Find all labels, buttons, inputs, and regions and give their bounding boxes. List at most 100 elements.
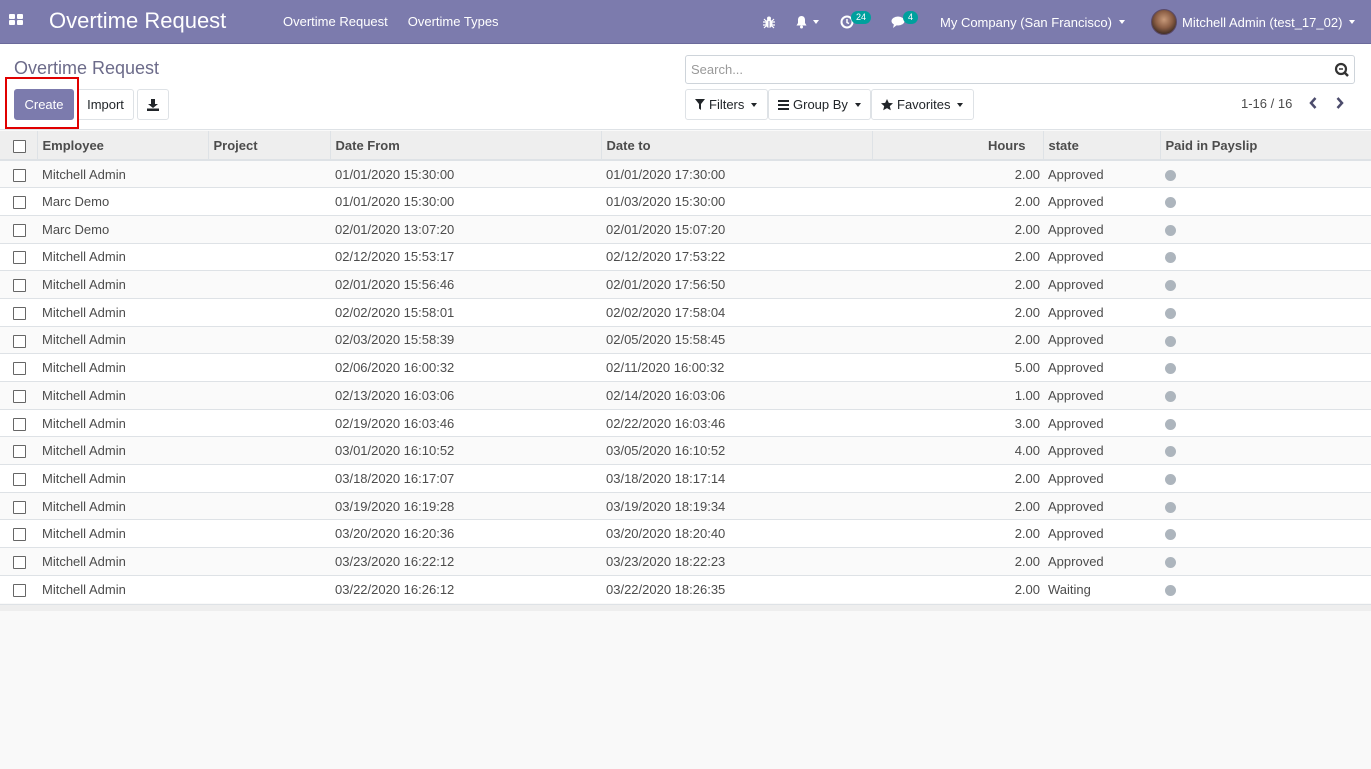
cell-hours: 2.00 <box>872 187 1043 216</box>
column-header-hours[interactable]: Hours <box>871 131 1043 161</box>
row-checkbox[interactable] <box>13 306 26 320</box>
pager-value[interactable]: 1-16 / 16 <box>1241 96 1292 111</box>
row-checkbox[interactable] <box>13 583 26 597</box>
table-row[interactable]: Mitchell Admin 03/18/2020 16:17:07 03/18/2… <box>0 464 1371 493</box>
paid-status-indicator-icon <box>1165 473 1176 485</box>
cell-hours: 3.00 <box>872 408 1043 437</box>
menu-item-overtime-request[interactable]: Overtime Request <box>283 14 388 29</box>
cell-date-to: 01/01/2020 17:30:00 <box>601 159 872 188</box>
table-row[interactable]: Mitchell Admin 02/13/2020 16:03:06 02/14/2… <box>0 381 1371 410</box>
row-checkbox[interactable] <box>13 417 26 431</box>
create-button[interactable]: Create <box>14 89 74 120</box>
table-row[interactable]: Mitchell Admin 03/01/2020 16:10:52 03/05/2… <box>0 436 1371 465</box>
debug-button[interactable] <box>763 0 775 44</box>
cell-state: Approved <box>1043 519 1160 548</box>
cell-date-from: 02/13/2020 16:03:06 <box>330 381 601 410</box>
table-row[interactable]: Mitchell Admin 03/19/2020 16:19:28 03/19/2… <box>0 491 1371 520</box>
menu-item-overtime-types[interactable]: Overtime Types <box>408 14 499 29</box>
row-checkbox[interactable] <box>13 445 26 459</box>
select-all-checkbox[interactable] <box>13 139 26 153</box>
company-switcher[interactable]: My Company (San Francisco) <box>940 0 1125 44</box>
table-row[interactable]: Mitchell Admin 01/01/2020 15:30:00 01/01/2… <box>0 159 1371 188</box>
table-row[interactable]: Marc Demo 01/01/2020 15:30:00 01/03/2020 1… <box>0 187 1371 216</box>
row-checkbox[interactable] <box>13 196 26 210</box>
cell-hours: 2.00 <box>872 270 1043 299</box>
favorites-dropdown[interactable]: Favorites <box>871 89 974 120</box>
cell-hours: 2.00 <box>872 464 1043 493</box>
row-checkbox[interactable] <box>13 251 26 265</box>
messages-button[interactable]: 4 <box>891 0 919 44</box>
cell-paid-in-payslip <box>1160 491 1371 520</box>
cell-hours: 2.00 <box>872 491 1043 520</box>
table-row[interactable]: Mitchell Admin 03/23/2020 16:22:12 03/23/2… <box>0 547 1371 576</box>
cell-project <box>208 519 330 548</box>
row-select-cell <box>0 381 37 410</box>
filters-dropdown[interactable]: Filters <box>685 89 768 120</box>
row-checkbox[interactable] <box>13 362 26 376</box>
table-row[interactable]: Mitchell Admin 02/03/2020 15:58:39 02/05/2… <box>0 325 1371 354</box>
cell-date-from: 02/03/2020 15:58:39 <box>330 325 601 354</box>
column-header-date-to[interactable]: Date to <box>600 131 872 161</box>
row-select-cell <box>0 159 37 188</box>
cell-paid-in-payslip <box>1160 547 1371 576</box>
table-row[interactable]: Mitchell Admin 02/06/2020 16:00:32 02/11/2… <box>0 353 1371 382</box>
cell-hours: 2.00 <box>872 242 1043 271</box>
cell-date-to: 03/23/2020 18:22:23 <box>601 547 872 576</box>
table-row[interactable]: Mitchell Admin 03/20/2020 16:20:36 03/20/2… <box>0 519 1371 548</box>
table-row[interactable]: Mitchell Admin 02/02/2020 15:58:01 02/02/2… <box>0 297 1371 327</box>
paid-status-indicator-icon <box>1165 446 1176 458</box>
import-button[interactable]: Import <box>77 89 134 120</box>
groupby-dropdown[interactable]: Group By <box>768 89 871 120</box>
row-checkbox[interactable] <box>13 472 26 486</box>
row-checkbox[interactable] <box>13 168 26 182</box>
cell-project <box>208 214 330 244</box>
cell-employee: Mitchell Admin <box>37 519 208 548</box>
apps-menu-icon[interactable] <box>9 14 23 25</box>
cell-state: Approved <box>1043 214 1160 244</box>
cell-date-to: 02/12/2020 17:53:22 <box>601 242 872 271</box>
cell-date-to: 03/05/2020 16:10:52 <box>601 436 872 465</box>
row-select-cell <box>0 547 37 576</box>
paid-status-indicator-icon <box>1165 529 1176 541</box>
table-row[interactable]: Mitchell Admin 02/12/2020 15:53:17 02/12/2… <box>0 242 1371 271</box>
paid-status-indicator-icon <box>1165 169 1176 181</box>
filter-icon <box>695 99 705 110</box>
row-checkbox[interactable] <box>13 528 26 542</box>
column-header-state[interactable]: state <box>1042 131 1160 161</box>
row-checkbox[interactable] <box>13 389 26 403</box>
column-header-date-from[interactable]: Date From <box>329 131 601 161</box>
paid-status-indicator-icon <box>1165 363 1176 375</box>
export-button[interactable] <box>137 89 169 120</box>
paid-status-indicator-icon <box>1165 584 1176 596</box>
pager-next[interactable] <box>1330 92 1350 114</box>
cell-date-from: 03/22/2020 16:26:12 <box>330 574 601 603</box>
row-checkbox[interactable] <box>13 500 26 514</box>
activity-button[interactable]: 24 <box>840 0 872 44</box>
row-checkbox[interactable] <box>13 334 26 348</box>
cell-date-from: 01/01/2020 15:30:00 <box>330 159 601 188</box>
cell-date-to: 02/22/2020 16:03:46 <box>601 408 872 437</box>
cell-project <box>208 381 330 410</box>
search-input[interactable] <box>691 56 1321 83</box>
notifications-dropdown[interactable] <box>795 0 819 44</box>
table-row[interactable]: Marc Demo 02/01/2020 13:07:20 02/01/2020 1… <box>0 214 1371 244</box>
select-all-cell <box>0 131 37 161</box>
column-header-employee[interactable]: Employee <box>36 131 208 161</box>
row-select-cell <box>0 242 37 271</box>
column-header-paid-in-payslip[interactable]: Paid in Payslip <box>1159 131 1371 161</box>
row-checkbox[interactable] <box>13 279 26 293</box>
search-icon[interactable] <box>1334 62 1350 78</box>
pager-previous[interactable] <box>1303 92 1323 114</box>
table-row[interactable]: Mitchell Admin 02/01/2020 15:56:46 02/01/2… <box>0 270 1371 299</box>
row-select-cell <box>0 436 37 465</box>
cell-hours: 2.00 <box>872 325 1043 354</box>
cell-date-from: 03/01/2020 16:10:52 <box>330 436 601 465</box>
user-menu[interactable]: Mitchell Admin (test_17_02) <box>1151 0 1356 44</box>
column-header-project[interactable]: Project <box>207 131 330 161</box>
table-row[interactable]: Mitchell Admin 03/22/2020 16:26:12 03/22/2… <box>0 574 1371 603</box>
cell-date-from: 01/01/2020 15:30:00 <box>330 187 601 216</box>
row-checkbox[interactable] <box>13 556 26 569</box>
row-checkbox[interactable] <box>13 223 26 237</box>
top-navbar: Overtime Request Overtime Request Overti… <box>0 0 1371 44</box>
table-row[interactable]: Mitchell Admin 02/19/2020 16:03:46 02/22/2… <box>0 408 1371 437</box>
